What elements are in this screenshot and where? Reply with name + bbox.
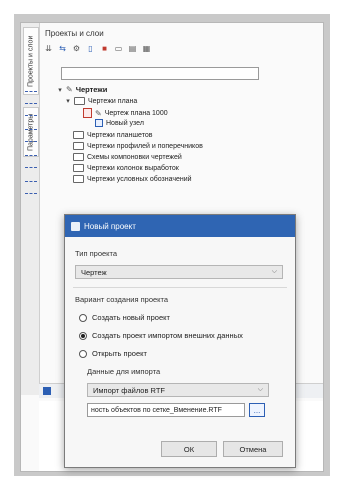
drawing-icon: ✎ [66, 85, 73, 94]
copy-icon[interactable]: ▭ [113, 43, 124, 54]
browse-button[interactable]: ... [249, 403, 265, 417]
tree-item[interactable]: Чертежи планшетов [73, 131, 152, 139]
chevron-down-icon[interactable]: ▾ [57, 86, 63, 94]
guide-line [25, 129, 37, 132]
clipboard-icon[interactable]: ▤ [127, 43, 138, 54]
tree-item-label: Чертежи планшетов [87, 131, 153, 139]
tree-item-label: Чертежи плана [88, 97, 138, 105]
tree-item[interactable]: Чертежи профилей и поперечников [73, 142, 203, 150]
guide-line [25, 193, 37, 196]
project-type-select[interactable]: Чертеж ⌵ [75, 265, 283, 279]
guide-line [25, 103, 37, 106]
delete-icon[interactable]: ■ [99, 43, 110, 54]
tree-root-label: Чертежи [75, 85, 108, 94]
app-icon [71, 221, 80, 231]
tree-item[interactable]: Схемы компоновки чертежей [73, 153, 182, 161]
tree-item[interactable]: ✎ Чертеж плана 1000 [83, 108, 168, 118]
folder-icon [73, 131, 84, 139]
grid-icon[interactable]: ▦ [141, 43, 152, 54]
tree-item[interactable]: Чертежи колонок выработок [73, 164, 179, 172]
drawing-document-icon [83, 108, 92, 118]
radio-create-new[interactable]: Создать новый проект [79, 313, 170, 322]
folder-icon [73, 175, 84, 183]
folder-icon [73, 164, 84, 172]
tree-item-label: Чертежи профилей и поперечников [87, 142, 203, 150]
panel-title: Проекты и слои [45, 29, 104, 38]
cancel-button[interactable]: Отмена [223, 441, 283, 457]
import-data-label: Данные для импорта [87, 367, 161, 376]
tree-root[interactable]: ▾ ✎ Чертежи [57, 85, 107, 94]
tree-guides [23, 81, 37, 211]
new-node-icon [95, 119, 103, 127]
guide-line [25, 141, 37, 144]
chevron-down-icon: ⌵ [257, 386, 263, 393]
radio-label: Открыть проект [92, 349, 147, 358]
settings-icon[interactable]: ⚙ [71, 43, 82, 54]
dialog-title: Новый проект [84, 221, 136, 231]
panel-toolbar: ⇊ ⇆ ⚙ ▯ ■ ▭ ▤ ▦ [43, 43, 152, 54]
layers-icon[interactable] [43, 387, 51, 395]
radio-open-project[interactable]: Открыть проект [79, 349, 147, 358]
radio-button[interactable] [79, 313, 87, 322]
file-path-field[interactable]: ность объектов по сетке_Вменение.RTF [87, 403, 245, 417]
guide-line [25, 181, 37, 184]
new-document-icon[interactable]: ▯ [85, 43, 96, 54]
radio-label: Создать новый проект [92, 313, 170, 322]
pencil-icon: ✎ [95, 108, 102, 118]
dialog-titlebar: Новый проект [65, 215, 295, 237]
project-type-value: Чертеж [81, 267, 107, 277]
tree-item[interactable]: Новый узел [95, 119, 144, 127]
project-type-label: Тип проекта [75, 249, 118, 258]
tree-item-label: Чертежи колонок выработок [87, 164, 179, 172]
guide-line [25, 91, 37, 94]
radio-button[interactable] [79, 349, 87, 358]
search-input[interactable] [61, 67, 259, 80]
chevron-down-icon[interactable]: ▾ [65, 97, 71, 105]
import-type-select[interactable]: Импорт файлов RTF ⌵ [87, 383, 269, 397]
link-icon[interactable]: ⇆ [57, 43, 68, 54]
guide-line [25, 115, 37, 118]
guide-line [25, 167, 37, 170]
import-type-value: Импорт файлов RTF [93, 385, 165, 395]
tree-item-label: Схемы компоновки чертежей [87, 153, 182, 161]
radio-label: Создать проект импортом внешних данных [92, 331, 243, 340]
tree-item-label: Чертежи условных обозначений [87, 175, 192, 183]
tree-item-label: Новый узел [106, 119, 144, 127]
new-project-dialog: Новый проект Тип проекта Чертеж ⌵ Вариан… [64, 214, 296, 468]
tree-item-label: Чертеж плана 1000 [104, 109, 168, 117]
guide-line [25, 155, 37, 158]
creation-variant-label: Вариант создания проекта [75, 295, 169, 304]
folder-icon [74, 97, 85, 105]
tree-item[interactable]: ▾ Чертежи плана [65, 97, 137, 105]
divider [73, 287, 287, 288]
folder-icon [73, 142, 84, 150]
radio-button[interactable] [79, 331, 87, 340]
ok-button[interactable]: ОК [161, 441, 217, 457]
folder-icon [73, 153, 84, 161]
pin-icon[interactable]: ⇊ [43, 43, 54, 54]
radio-create-import[interactable]: Создать проект импортом внешних данных [79, 331, 243, 340]
tree-item[interactable]: Чертежи условных обозначений [73, 175, 192, 183]
chevron-down-icon: ⌵ [271, 268, 277, 275]
